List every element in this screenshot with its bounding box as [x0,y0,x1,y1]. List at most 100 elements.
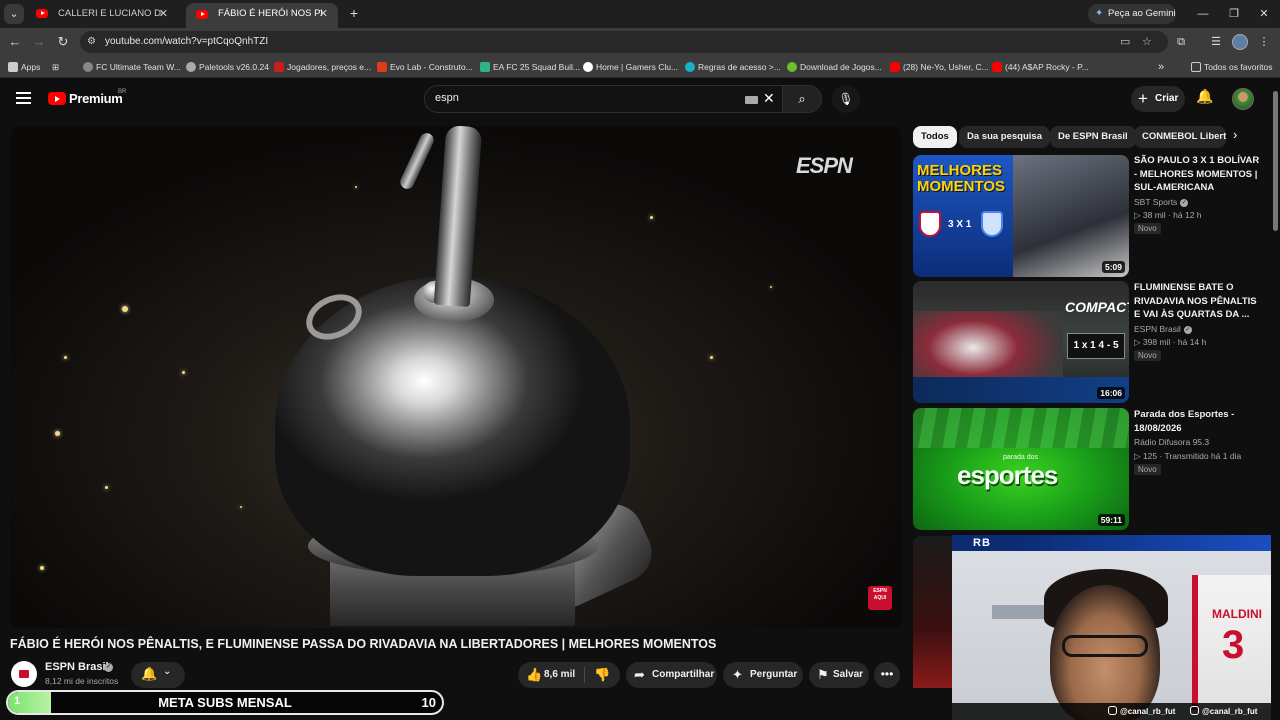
rec-thumbnail[interactable]: COMPACTO 1 x 1 4 - 5 16:06 [913,281,1129,403]
bookmark-item[interactable]: EA FC 25 Squad Buil... [480,56,580,78]
like-icon[interactable]: 👍 [526,662,542,688]
chip-conmebol[interactable]: CONMEBOL Liberta [1134,126,1226,148]
youtube-logo-icon[interactable] [48,92,66,105]
webcam-overlay: RB MALDINI 3 @canal_rb_fut @canal_rb_fut [952,535,1280,720]
bookmark-item[interactable]: Evo Lab - Construto... [377,56,473,78]
close-tab-icon[interactable]: ✕ [319,3,328,25]
browser-tab-2-active[interactable]: FÁBIO É HERÓI NOS PÊNALTIS... ✕ [186,3,338,28]
save-button[interactable]: ⚑ Salvar [809,662,869,688]
tiktok-icon [1190,706,1199,715]
menu-hamburger-icon[interactable] [16,92,31,104]
bookmark-item[interactable]: Jogadores, preços e... [274,56,371,78]
forward-icon[interactable]: → [29,32,49,52]
thumb-photo [1013,155,1129,277]
sparkle [40,566,44,570]
rec-channel[interactable]: SBT Sports ✓ [1134,197,1189,207]
all-favorites-folder[interactable]: Todos os favoritos [1191,56,1273,78]
gemini-sparkle-icon: ✦ [1095,8,1104,19]
thumb-headline: esportes [957,460,1058,490]
gemini-button[interactable]: ✦ Peça ao Gemini [1088,4,1176,24]
restore-icon[interactable]: ❐ [1224,4,1244,24]
bookmark-favicon-icon [685,62,695,72]
subscription-notification-button[interactable]: 🔔 ⌄ [131,662,185,688]
tab-groups-icon[interactable]: ⊞ [52,56,59,78]
bookmark-item[interactable]: Regras de acesso >... [685,56,781,78]
video-player[interactable]: ESPN ESPN AQUI [10,126,902,628]
search-button[interactable]: ⌕ [782,85,822,113]
bookmarks-overflow-icon[interactable]: » [1158,56,1164,78]
dislike-icon[interactable]: 👎 [594,662,610,688]
search-box[interactable]: ✕ [424,85,782,113]
voice-search-button[interactable]: 🎙 [832,85,860,113]
gemini-label: Peça ao Gemini [1108,8,1176,19]
rec-age: Transmitido há 1 dia [1164,451,1242,461]
save-label: Salvar [833,669,864,680]
reload-icon[interactable]: ↻ [53,32,73,52]
rec-title[interactable]: Parada dos Esportes - 18/08/2026 [1134,408,1264,435]
user-avatar[interactable] [1232,88,1254,110]
bookmark-item[interactable]: Download de Jogos... [787,56,882,78]
tiktok-handle: @canal_rb_fut [1190,706,1257,716]
chevron-right-icon[interactable]: › [1233,127,1237,142]
chip-from-channel[interactable]: De ESPN Brasil [1050,126,1136,148]
window-close-icon[interactable]: ✕ [1254,4,1274,24]
tab-search-icon[interactable]: ⌄ [4,4,24,24]
youtube-premium-wordmark[interactable]: Premium [69,91,123,106]
youtube-favicon-icon [992,62,1002,72]
channel-name[interactable]: ESPN Brasil [45,661,109,673]
bookmark-favicon-icon [186,62,196,72]
search-input[interactable] [435,92,715,104]
rec-channel[interactable]: Rádio Difusora 95.3 [1134,437,1209,447]
video-duration: 5:09 [1101,261,1125,273]
url-text[interactable]: youtube.com/watch?v=ptCqoQnhTZI [105,31,268,53]
clear-search-icon[interactable]: ✕ [763,90,775,107]
extensions-icon[interactable]: ⧉ [1171,32,1191,52]
back-icon[interactable]: ← [5,32,25,52]
create-button[interactable]: + Criar [1131,86,1185,112]
chip-from-search[interactable]: Da sua pesquisa [959,126,1050,148]
sparkle [64,356,67,359]
bookmark-apps[interactable]: Apps [8,56,40,78]
rec-title[interactable]: FLUMINENSE BATE O RIVADAVIA NOS PÊNALTIS… [1134,281,1264,322]
cast-icon[interactable]: ▭ [1120,31,1130,53]
share-button[interactable]: ➦ Compartilhar [626,662,717,688]
address-bar[interactable]: ⚙ youtube.com/watch?v=ptCqoQnhTZI ▭ ☆ [80,31,1168,53]
sparkle [105,486,108,489]
close-tab-icon[interactable]: ✕ [159,0,168,28]
rec-views: 38 mil [1142,210,1166,220]
instagram-icon [1108,706,1117,715]
notifications-bell-icon[interactable]: 🔔 [1195,88,1215,110]
keyboard-icon[interactable] [745,96,758,104]
rec-title[interactable]: SÃO PAULO 3 X 1 BOLÍVAR - MELHORES MOMEN… [1134,154,1264,195]
bookmark-item[interactable]: Home | Gamers Clu... [583,56,678,78]
thumb-headline: COMPACTO [1065,299,1129,315]
browser-profile-icon[interactable] [1232,34,1248,50]
rec-thumbnail[interactable] [913,536,953,688]
like-count[interactable]: 8,6 mil [544,662,575,688]
rec-channel[interactable]: ESPN Brasil ✓ [1134,324,1192,334]
ask-button[interactable]: ✦ Perguntar [723,662,803,688]
bookmark-item[interactable]: Paletools v26.0.24 [186,56,269,78]
subs-goal-target: 10 [421,695,436,710]
browser-tab-1[interactable]: CALLERI E LUCIANO DECIDEM... ✕ [26,0,178,28]
bookmark-item[interactable]: FC Ultimate Team W... [83,56,181,78]
scrollbar-thumb[interactable] [1273,91,1278,231]
new-tab-icon[interactable]: + [346,5,362,21]
browser-menu-icon[interactable]: ⋮ [1254,32,1274,52]
thumb-score: 3 X 1 [948,219,972,230]
chip-all[interactable]: Todos [913,126,957,148]
page-scrollbar[interactable] [1271,81,1280,720]
more-actions-icon[interactable]: ••• [874,662,900,688]
bookmark-favicon-icon [787,62,797,72]
channel-avatar[interactable] [11,661,37,687]
rec-thumbnail[interactable]: parada dos esportes 59:11 [913,408,1129,530]
reading-list-icon[interactable]: ☰ [1206,32,1226,52]
site-info-icon[interactable]: ⚙ [87,31,96,53]
bookmark-item[interactable]: (28) Ne-Yo, Usher, C... [890,56,989,78]
bookmark-item[interactable]: (44) A$AP Rocky - P... [992,56,1089,78]
rec-thumbnail[interactable]: MELHORES MOMENTOS 3 X 1 5:09 [913,155,1129,277]
youtube-favicon-icon [890,62,900,72]
bookmark-star-icon[interactable]: ☆ [1142,31,1152,53]
minimize-icon[interactable]: — [1193,4,1213,24]
webcam-stripe [1012,535,1280,551]
